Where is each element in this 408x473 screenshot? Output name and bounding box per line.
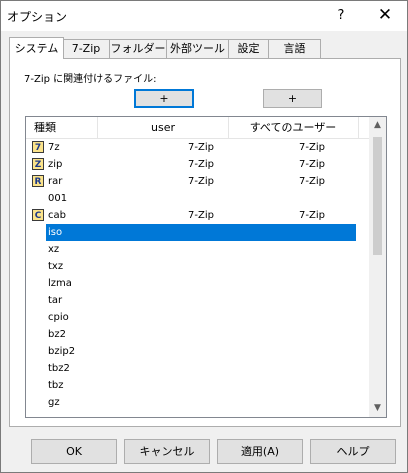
tab-system[interactable]: システム	[9, 37, 64, 59]
item-user-assoc: 7-Zip	[188, 159, 214, 170]
item-name: txz	[48, 261, 64, 272]
vertical-scrollbar[interactable]: ▲ ▼	[369, 117, 386, 417]
item-user-assoc	[146, 377, 256, 394]
tab-folders[interactable]: フォルダー	[109, 39, 167, 58]
item-name: lzma	[48, 278, 72, 289]
item-name: zip	[48, 159, 63, 170]
apply-button[interactable]: 適用(A)	[217, 439, 303, 464]
list-item[interactable]: gz	[26, 394, 369, 411]
header-divider[interactable]	[358, 117, 359, 138]
list-item[interactable]: cpio	[26, 309, 369, 326]
system-panel: 7-Zip に関連付けるファイル: + + 種類 user すべてのユーザー 7…	[9, 58, 401, 427]
associate-all-users-button[interactable]: +	[263, 89, 322, 108]
title-bar: オプション ? ✕	[1, 1, 407, 31]
archive-file-icon: 7	[32, 141, 44, 153]
scroll-down-icon[interactable]: ▼	[369, 400, 386, 417]
list-item[interactable]: Zzip 7-Zip 7-Zip	[26, 156, 369, 173]
item-name: iso	[48, 227, 63, 238]
item-name: tbz2	[48, 363, 70, 374]
header-user[interactable]: user	[98, 117, 228, 138]
item-all-users-assoc: 7-Zip	[299, 176, 325, 187]
item-all-users-assoc	[256, 394, 368, 411]
tab-7zip[interactable]: 7-Zip	[62, 39, 110, 58]
close-button[interactable]: ✕	[363, 1, 407, 31]
item-all-users-assoc	[256, 360, 368, 377]
ok-button[interactable]: OK	[31, 439, 117, 464]
list-item[interactable]: bzip2	[26, 343, 369, 360]
item-user-assoc	[146, 275, 256, 292]
item-name: bz2	[48, 329, 66, 340]
item-name: xz	[48, 244, 60, 255]
list-item[interactable]: tbz2	[26, 360, 369, 377]
list-item[interactable]: iso	[26, 224, 369, 241]
item-user-assoc: 7-Zip	[188, 210, 214, 221]
item-user-assoc	[146, 309, 256, 326]
item-all-users-assoc	[256, 224, 368, 241]
item-user-assoc	[146, 241, 256, 258]
item-all-users-assoc	[256, 258, 368, 275]
item-name: rar	[48, 176, 63, 187]
list-item[interactable]: txz	[26, 258, 369, 275]
cancel-button[interactable]: キャンセル	[124, 439, 210, 464]
list-header: 種類 user すべてのユーザー	[26, 117, 369, 139]
tab-external-tools[interactable]: 外部ツール	[166, 39, 229, 58]
item-all-users-assoc: 7-Zip	[299, 159, 325, 170]
item-user-assoc	[146, 258, 256, 275]
list-item[interactable]: Rrar 7-Zip 7-Zip	[26, 173, 369, 190]
item-user-assoc	[146, 343, 256, 360]
list-item[interactable]: Ccab 7-Zip 7-Zip	[26, 207, 369, 224]
item-user-assoc	[146, 190, 256, 207]
item-name: cab	[48, 210, 66, 221]
item-user-assoc	[146, 326, 256, 343]
item-user-assoc: 7-Zip	[188, 142, 214, 153]
tab-settings[interactable]: 設定	[228, 39, 269, 58]
item-name: tar	[48, 295, 63, 306]
header-all-users[interactable]: すべてのユーザー	[229, 117, 357, 138]
item-name: 001	[48, 193, 68, 204]
list-item[interactable]: 7 7z 7-Zip 7-Zip	[26, 139, 369, 156]
help-title-button[interactable]: ?	[323, 1, 359, 31]
associate-user-button[interactable]: +	[134, 89, 194, 108]
item-all-users-assoc	[256, 292, 368, 309]
archive-file-icon: R	[32, 175, 44, 187]
header-type[interactable]: 種類	[34, 117, 56, 138]
associate-label: 7-Zip に関連付けるファイル:	[24, 74, 157, 85]
item-all-users-assoc	[256, 326, 368, 343]
item-user-assoc: 7-Zip	[188, 176, 214, 187]
item-all-users-assoc	[256, 241, 368, 258]
item-all-users-assoc	[256, 275, 368, 292]
window-title: オプション	[7, 10, 68, 24]
item-all-users-assoc: 7-Zip	[299, 210, 325, 221]
item-all-users-assoc	[256, 377, 368, 394]
list-item[interactable]: bz2	[26, 326, 369, 343]
list-item[interactable]: tbz	[26, 377, 369, 394]
item-all-users-assoc	[256, 343, 368, 360]
scroll-thumb[interactable]	[373, 137, 382, 255]
tab-language[interactable]: 言語	[268, 39, 321, 58]
item-name: cpio	[48, 312, 69, 323]
item-name: tbz	[48, 380, 64, 391]
item-user-assoc	[146, 224, 256, 241]
item-user-assoc	[146, 292, 256, 309]
item-name: 7z	[48, 142, 60, 153]
scroll-up-icon[interactable]: ▲	[369, 117, 386, 134]
item-user-assoc	[146, 360, 256, 377]
archive-file-icon: C	[32, 209, 44, 221]
options-dialog: オプション ? ✕ システム 7-Zip フォルダー 外部ツール 設定 言語 7…	[0, 0, 408, 473]
item-name: bzip2	[48, 346, 76, 357]
list-item[interactable]: lzma	[26, 275, 369, 292]
item-user-assoc	[146, 394, 256, 411]
archive-file-icon: Z	[32, 158, 44, 170]
list-item[interactable]: tar	[26, 292, 369, 309]
item-all-users-assoc	[256, 309, 368, 326]
help-button[interactable]: ヘルプ	[310, 439, 396, 464]
item-name: gz	[48, 397, 60, 408]
file-type-list[interactable]: 種類 user すべてのユーザー 7 7z 7-Zip 7-Zip Zzip 7-Zip 7…	[25, 116, 387, 418]
list-item[interactable]: xz	[26, 241, 369, 258]
item-all-users-assoc: 7-Zip	[299, 142, 325, 153]
item-all-users-assoc	[256, 190, 368, 207]
list-item[interactable]: 001	[26, 190, 369, 207]
